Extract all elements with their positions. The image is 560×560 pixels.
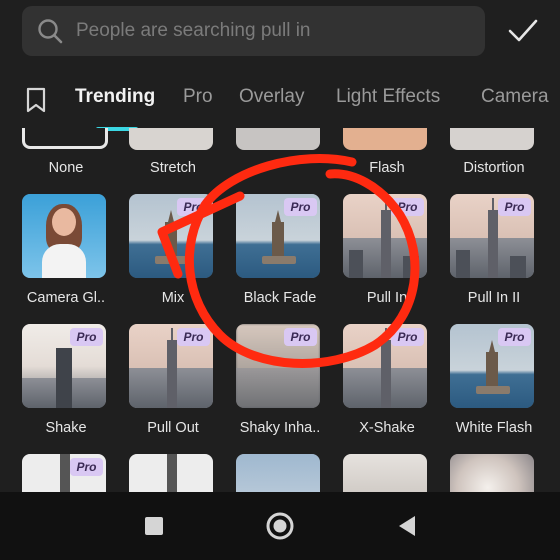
effect-thumb: Pro (129, 324, 213, 408)
search-icon (38, 19, 63, 44)
pro-badge: Pro (498, 328, 531, 346)
effect-label: None (48, 160, 84, 176)
effect-label: White Flash (455, 420, 533, 436)
effect-thumb (343, 128, 427, 150)
effect-label: Camera Gl.. (26, 290, 106, 306)
pro-badge: Pro (391, 328, 424, 346)
pro-badge: Pro (498, 198, 531, 216)
effect-thumb (450, 128, 534, 150)
category-tabs: Trending Pro Overlay Light Effects Camer… (0, 74, 560, 124)
search-bar[interactable] (22, 6, 485, 56)
square-icon[interactable] (140, 512, 168, 540)
tab-camera[interactable]: Camera (481, 86, 549, 108)
effect-label: Distortion (463, 160, 525, 176)
effect-thumb (450, 454, 534, 492)
check-icon[interactable] (506, 16, 540, 46)
pro-badge: Pro (70, 458, 103, 476)
effect-label: Shaky Inha.. (239, 420, 321, 436)
effect-thumb (236, 128, 320, 150)
pro-badge: Pro (70, 328, 103, 346)
tab-trending[interactable]: Trending (75, 86, 155, 108)
effect-thumb (129, 128, 213, 150)
effect-thumb: Pro (450, 324, 534, 408)
effect-thumb: Pro (22, 324, 106, 408)
effect-thumb: Pro (22, 454, 106, 492)
pro-badge: Pro (177, 328, 210, 346)
effect-thumb: Pro (236, 194, 320, 278)
effect-label: Pull In II (467, 290, 521, 306)
tab-light-effects[interactable]: Light Effects (336, 86, 440, 108)
effect-thumb (22, 128, 108, 149)
effect-label: Black Fade (243, 290, 317, 306)
effect-thumb (22, 194, 106, 278)
effect-label: Stretch (150, 160, 196, 176)
tab-pro[interactable]: Pro (183, 86, 213, 108)
system-nav-bar (0, 492, 560, 560)
effect-label: X-Shake (359, 420, 415, 436)
back-triangle-icon[interactable] (393, 512, 421, 540)
circle-home-icon[interactable] (266, 512, 294, 540)
effect-thumb (129, 454, 213, 492)
pro-badge: Pro (284, 328, 317, 346)
effect-label: Mix (161, 290, 185, 306)
effect-thumb: Pro (236, 324, 320, 408)
effect-label: Pull Out (147, 420, 199, 436)
effect-thumb: Pro (343, 194, 427, 278)
effect-label: Flash (369, 160, 405, 176)
tab-overlay[interactable]: Overlay (239, 86, 304, 108)
pro-badge: Pro (284, 198, 317, 216)
effects-grid: None Stretch Flash Distortion Camera Gl.… (0, 128, 560, 492)
effect-thumb: Pro (129, 194, 213, 278)
effect-label: Pull In (366, 290, 408, 306)
pro-badge: Pro (177, 198, 210, 216)
pro-badge: Pro (391, 198, 424, 216)
effect-thumb (236, 454, 320, 492)
search-input[interactable] (74, 19, 458, 43)
effect-thumb (343, 454, 427, 492)
effect-thumb: Pro (450, 194, 534, 278)
effect-thumb: Pro (343, 324, 427, 408)
bookmark-icon[interactable] (24, 86, 48, 114)
effect-label: Shake (45, 420, 87, 436)
